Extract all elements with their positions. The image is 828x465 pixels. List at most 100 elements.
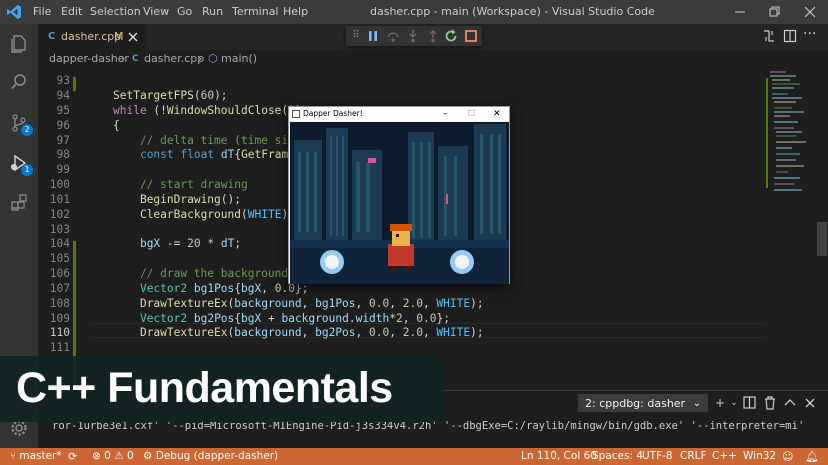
cpp-file-icon: C xyxy=(132,54,139,64)
menu-help[interactable]: Help xyxy=(283,0,308,24)
chevron-right-icon: › xyxy=(121,52,126,65)
game-minimize-icon[interactable]: – xyxy=(443,107,448,121)
menu-go[interactable]: Go xyxy=(177,0,192,24)
minimap[interactable] xyxy=(766,68,816,390)
code-line: DrawTextureEx(background, bg2Pos, 0.0, 2… xyxy=(139,326,484,339)
game-window-titlebar[interactable]: Dapper Dasher! – ☐ ✕ xyxy=(289,107,509,121)
step-over-icon[interactable] xyxy=(385,28,401,44)
step-into-icon[interactable] xyxy=(405,28,421,44)
terminal-selected-label: 2: cppdbg: dasher xyxy=(585,397,686,410)
problems-status[interactable]: ⊗ 0 ⚠ 0 xyxy=(92,448,134,465)
code-line: // start drawing xyxy=(113,178,248,191)
code-line: BeginDrawing(); xyxy=(139,193,241,206)
game-maximize-icon[interactable]: ☐ xyxy=(468,107,475,121)
status-bar: ⑂ master* ⟳ ⊗ 0 ⚠ 0 ⚙ Debug (dapper-dash… xyxy=(0,448,828,465)
menu-view[interactable]: View xyxy=(143,0,169,24)
trash-icon[interactable] xyxy=(762,394,778,412)
line-number: 95 xyxy=(56,104,70,117)
menu-file[interactable]: File xyxy=(33,0,51,24)
minimize-button[interactable] xyxy=(732,4,748,20)
feedback-icon[interactable]: ☺ xyxy=(782,448,793,465)
breadcrumb-folder[interactable]: dapper-dasher xyxy=(49,50,129,68)
close-tab-icon[interactable] xyxy=(128,32,138,42)
tab-filename: dasher.cpp xyxy=(61,30,122,43)
chevron-down-icon: ⌄ xyxy=(692,398,701,409)
menu-selection[interactable]: Selection xyxy=(90,0,141,24)
indentation[interactable]: Spaces: 4 xyxy=(592,448,643,465)
search-icon[interactable] xyxy=(9,72,29,92)
scrollbar-thumb[interactable] xyxy=(817,222,827,256)
line-number: 94 xyxy=(56,89,70,102)
chevron-up-icon[interactable] xyxy=(782,394,798,412)
game-canvas[interactable] xyxy=(290,122,509,284)
breadcrumb-file[interactable]: dasher.cpp xyxy=(144,50,204,68)
code-line: SetTargetFPS(60); xyxy=(113,89,228,102)
symbol-method-icon: ⬡ xyxy=(208,52,218,65)
restore-button[interactable] xyxy=(766,4,782,20)
code-line: Vector2 bg2Pos{bgX + background.width*2,… xyxy=(139,312,450,325)
menu-run[interactable]: Run xyxy=(202,0,223,24)
line-number: 104 xyxy=(49,237,70,250)
notifications-bell-icon[interactable]: 🔔︎ xyxy=(805,448,819,465)
branch-status[interactable]: ⑂ master* xyxy=(10,448,62,465)
line-number: 101 xyxy=(49,193,70,206)
line-number: 103 xyxy=(49,223,70,236)
run-debug-button[interactable]: 1 xyxy=(9,153,33,176)
close-window-button[interactable] xyxy=(802,4,818,20)
close-panel-icon[interactable] xyxy=(802,394,818,412)
line-number: 100 xyxy=(49,178,70,191)
restore-icon xyxy=(769,6,780,17)
line-number: 102 xyxy=(49,208,70,221)
platform[interactable]: Win32 xyxy=(743,448,776,465)
split-editor-icon[interactable] xyxy=(783,29,797,43)
line-number: 97 xyxy=(56,134,70,147)
step-out-icon[interactable] xyxy=(425,28,441,44)
vscode-logo-icon xyxy=(7,5,21,19)
run-debug-badge: 1 xyxy=(21,164,33,176)
breadcrumb-symbol[interactable]: main() xyxy=(221,50,257,68)
game-window[interactable]: Dapper Dasher! – ☐ ✕ xyxy=(288,106,510,284)
menu-terminal[interactable]: Terminal xyxy=(232,0,279,24)
line-number: 98 xyxy=(56,148,70,161)
line-number: 109 xyxy=(49,312,70,325)
end-of-line[interactable]: CRLF xyxy=(680,448,707,465)
pause-icon[interactable] xyxy=(365,28,381,44)
drag-handle-icon[interactable]: ⠿ xyxy=(348,28,364,44)
gutter-added-marker xyxy=(73,77,76,91)
window-app-icon xyxy=(292,110,300,118)
debug-status[interactable]: ⚙ Debug (dapper-dasher) xyxy=(143,448,278,465)
restart-icon[interactable] xyxy=(443,28,459,44)
cpp-file-icon: C xyxy=(48,31,56,42)
tab-modified-marker: M xyxy=(114,30,124,43)
explorer-icon[interactable] xyxy=(9,33,29,53)
compare-changes-icon[interactable] xyxy=(762,29,776,43)
stop-icon[interactable] xyxy=(463,28,479,44)
code-line: DrawTextureEx(background, bg1Pos, 0.0, 2… xyxy=(139,297,484,310)
terminal-selector[interactable]: 2: cppdbg: dasher ⌄ xyxy=(578,394,708,412)
line-number-current: 110 xyxy=(49,326,70,339)
minimize-icon xyxy=(735,11,745,13)
game-close-icon[interactable]: ✕ xyxy=(493,107,501,121)
close-icon xyxy=(804,6,816,18)
tab-dasher-cpp[interactable]: C dasher.cpp M xyxy=(38,24,146,50)
debug-toolbar: ⠿ xyxy=(346,26,482,46)
source-control-button[interactable]: 2 xyxy=(9,113,33,136)
cursor-position[interactable]: Ln 110, Col 60 xyxy=(521,448,597,465)
language-mode[interactable]: C++ xyxy=(712,448,737,465)
menu-edit[interactable]: Edit xyxy=(61,0,82,24)
debug-config-label: Debug (dapper-dasher) xyxy=(155,450,279,462)
split-terminal-icon[interactable] xyxy=(742,394,758,412)
extensions-icon[interactable] xyxy=(9,193,29,213)
branch-name: master* xyxy=(19,450,62,462)
line-number: 111 xyxy=(49,341,70,354)
code-line: bgX -= 20 * dT; xyxy=(139,237,242,250)
encoding[interactable]: UTF-8 xyxy=(642,448,673,465)
breadcrumb: dapper-dasher › C dasher.cpp › ⬡ main() xyxy=(38,50,828,68)
sync-icon[interactable]: ⟳ xyxy=(68,448,77,465)
chevron-down-icon[interactable]: ⌄ xyxy=(726,394,742,412)
line-number: 93 xyxy=(56,74,70,87)
chevron-right-icon: › xyxy=(198,52,203,65)
game-window-title: Dapper Dasher! xyxy=(303,109,363,118)
more-actions-icon[interactable]: ··· xyxy=(803,26,816,42)
line-number: 106 xyxy=(49,267,70,280)
